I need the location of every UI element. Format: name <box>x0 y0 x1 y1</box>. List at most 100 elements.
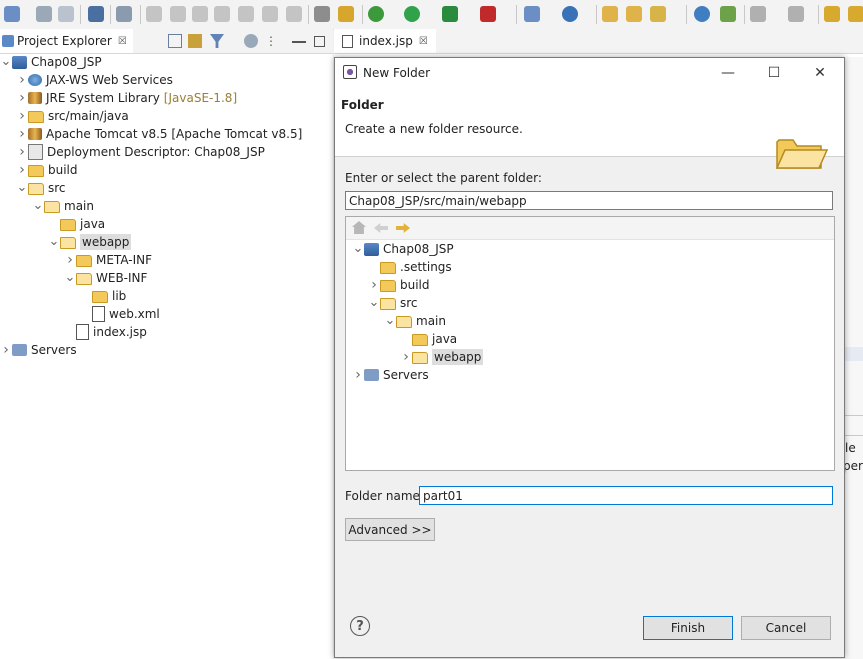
new-icon[interactable] <box>4 6 20 22</box>
partial-label: per <box>843 459 863 473</box>
run-server-icon[interactable] <box>442 6 458 22</box>
tree-item-build[interactable]: › build <box>368 276 429 294</box>
home-icon[interactable] <box>352 221 366 234</box>
tree-item-web-xml[interactable]: web.xml <box>80 305 160 323</box>
back-icon[interactable] <box>824 6 840 22</box>
minimize-button[interactable]: — <box>705 58 751 88</box>
tree-item-main[interactable]: ⌄ main <box>32 197 94 215</box>
tab-project-explorer[interactable]: Project Explorer ☒ <box>0 29 133 53</box>
maximize-icon[interactable] <box>314 36 325 47</box>
tree-item-jax-ws-web-services[interactable]: › JAX-WS Web Services <box>16 71 173 89</box>
annotation-icon[interactable] <box>720 6 736 22</box>
finish-button[interactable]: Finish <box>643 616 733 640</box>
right-partial-panel: le per <box>843 57 863 659</box>
tree-item-servers[interactable]: › Servers <box>0 341 76 359</box>
close-icon[interactable]: ☒ <box>118 36 127 47</box>
focus-icon[interactable] <box>244 34 258 48</box>
chevron-right-icon[interactable]: › <box>352 367 364 383</box>
chevron-right-icon[interactable]: › <box>16 162 28 178</box>
tree-item-src[interactable]: ⌄ src <box>16 179 66 197</box>
folder-name-input[interactable]: part01 <box>419 486 833 505</box>
tree-item-apache-tomcat-v8-5-apache-tomcat-v8-5[interactable]: › Apache Tomcat v8.5 [Apache Tomcat v8.5] <box>16 125 302 143</box>
tree-item-java[interactable]: java <box>400 330 457 348</box>
tree-item-jre-system-library[interactable]: › JRE System Library [JavaSE-1.8] <box>16 89 237 107</box>
tree-item-webapp[interactable]: › webapp <box>400 348 484 366</box>
chevron-right-icon[interactable]: › <box>16 126 28 142</box>
tree-item-servers[interactable]: › Servers <box>352 366 428 384</box>
collapse-all-icon[interactable] <box>168 34 182 48</box>
new-class-icon[interactable] <box>562 6 578 22</box>
chevron-right-icon[interactable]: › <box>0 342 12 358</box>
tree-item-deployment-descriptor-chap08-jsp[interactable]: › Deployment Descriptor: Chap08_JSP <box>16 143 265 161</box>
chevron-down-icon[interactable]: ⌄ <box>384 314 396 327</box>
back-arrow-icon[interactable] <box>374 223 388 233</box>
close-icon[interactable]: ☒ <box>419 36 428 47</box>
cancel-button[interactable]: Cancel <box>741 616 831 640</box>
chevron-down-icon[interactable]: ⌄ <box>16 181 28 194</box>
chevron-right-icon[interactable]: › <box>16 72 28 88</box>
tree-item-main[interactable]: ⌄ main <box>384 312 446 330</box>
chevron-right-icon[interactable]: › <box>400 349 412 365</box>
pencil-icon[interactable] <box>650 6 666 22</box>
save-all-icon[interactable] <box>58 6 74 22</box>
chevron-down-icon[interactable]: ⌄ <box>32 199 44 212</box>
open-folder-icon[interactable] <box>602 6 618 22</box>
chevron-right-icon[interactable]: › <box>16 144 28 160</box>
tree-item-webapp[interactable]: ⌄ webapp <box>48 233 132 251</box>
forward-icon[interactable] <box>848 6 863 22</box>
resume-icon[interactable] <box>146 6 162 22</box>
help-icon[interactable]: ? <box>350 616 370 636</box>
tree-item-settings[interactable]: .settings <box>368 258 452 276</box>
close-button[interactable]: ✕ <box>797 58 843 88</box>
eclipse-icon <box>343 65 357 79</box>
step-return-icon[interactable] <box>286 6 302 22</box>
chevron-down-icon[interactable]: ⌄ <box>64 271 76 284</box>
tree-item-meta-inf[interactable]: › META-INF <box>64 251 152 269</box>
chevron-down-icon[interactable]: ⌄ <box>352 242 364 255</box>
filter-icon[interactable] <box>210 34 224 48</box>
next-annotation-icon[interactable] <box>750 6 766 22</box>
tree-item-chap08-jsp[interactable]: ⌄ Chap08_JSP <box>352 240 454 258</box>
chevron-down-icon[interactable]: ⌄ <box>48 235 60 248</box>
run-icon[interactable] <box>404 6 420 22</box>
suspend-icon[interactable] <box>170 6 186 22</box>
step-into-icon[interactable] <box>238 6 254 22</box>
open-task-icon[interactable] <box>626 6 642 22</box>
save-icon[interactable] <box>36 6 52 22</box>
step-over-icon[interactable] <box>262 6 278 22</box>
forward-arrow-icon[interactable] <box>396 223 410 233</box>
terminate-icon[interactable] <box>192 6 208 22</box>
tree-item-build[interactable]: › build <box>16 161 77 179</box>
use-step-filters-icon[interactable] <box>314 6 330 22</box>
tree-item-index-jsp[interactable]: index.jsp <box>64 323 147 341</box>
chevron-down-icon[interactable]: ⌄ <box>368 296 380 309</box>
new-java-project-icon[interactable] <box>524 6 540 22</box>
tree-item-src[interactable]: ⌄ src <box>368 294 418 312</box>
disconnect-icon[interactable] <box>214 6 230 22</box>
skip-breakpoints-icon[interactable] <box>116 6 132 22</box>
terminal-icon[interactable] <box>88 6 104 22</box>
parent-folder-input[interactable]: Chap08_JSP/src/main/webapp <box>345 191 833 210</box>
open-type-icon[interactable] <box>338 6 354 22</box>
debug-icon[interactable] <box>368 6 384 22</box>
previous-annotation-icon[interactable] <box>788 6 804 22</box>
tree-item-lib[interactable]: lib <box>80 287 126 305</box>
folder-tree[interactable]: ⌄ Chap08_JSP .settings › build ⌄ src ⌄ main java ›… <box>345 216 835 471</box>
chevron-right-icon[interactable]: › <box>16 90 28 106</box>
tab-index-jsp[interactable]: index.jsp ☒ <box>334 29 436 53</box>
maximize-button[interactable]: ☐ <box>751 58 797 88</box>
link-editor-icon[interactable] <box>188 34 202 48</box>
tree-item-web-inf[interactable]: ⌄ WEB-INF <box>64 269 147 287</box>
minimize-icon[interactable] <box>292 34 306 43</box>
view-menu-icon[interactable]: ⋮ <box>264 34 278 48</box>
chevron-right-icon[interactable]: › <box>368 277 380 293</box>
globe-icon[interactable] <box>694 6 710 22</box>
chevron-down-icon[interactable]: ⌄ <box>0 55 12 68</box>
chevron-right-icon[interactable]: › <box>16 108 28 124</box>
tree-item-java[interactable]: java <box>48 215 105 233</box>
advanced-button[interactable]: Advanced >> <box>345 518 435 541</box>
tree-item-chap08-jsp[interactable]: ⌄ Chap08_JSP <box>0 53 102 71</box>
external-tools-icon[interactable] <box>480 6 496 22</box>
tree-item-src-main-java[interactable]: › src/main/java <box>16 107 129 125</box>
chevron-right-icon[interactable]: › <box>64 252 76 268</box>
